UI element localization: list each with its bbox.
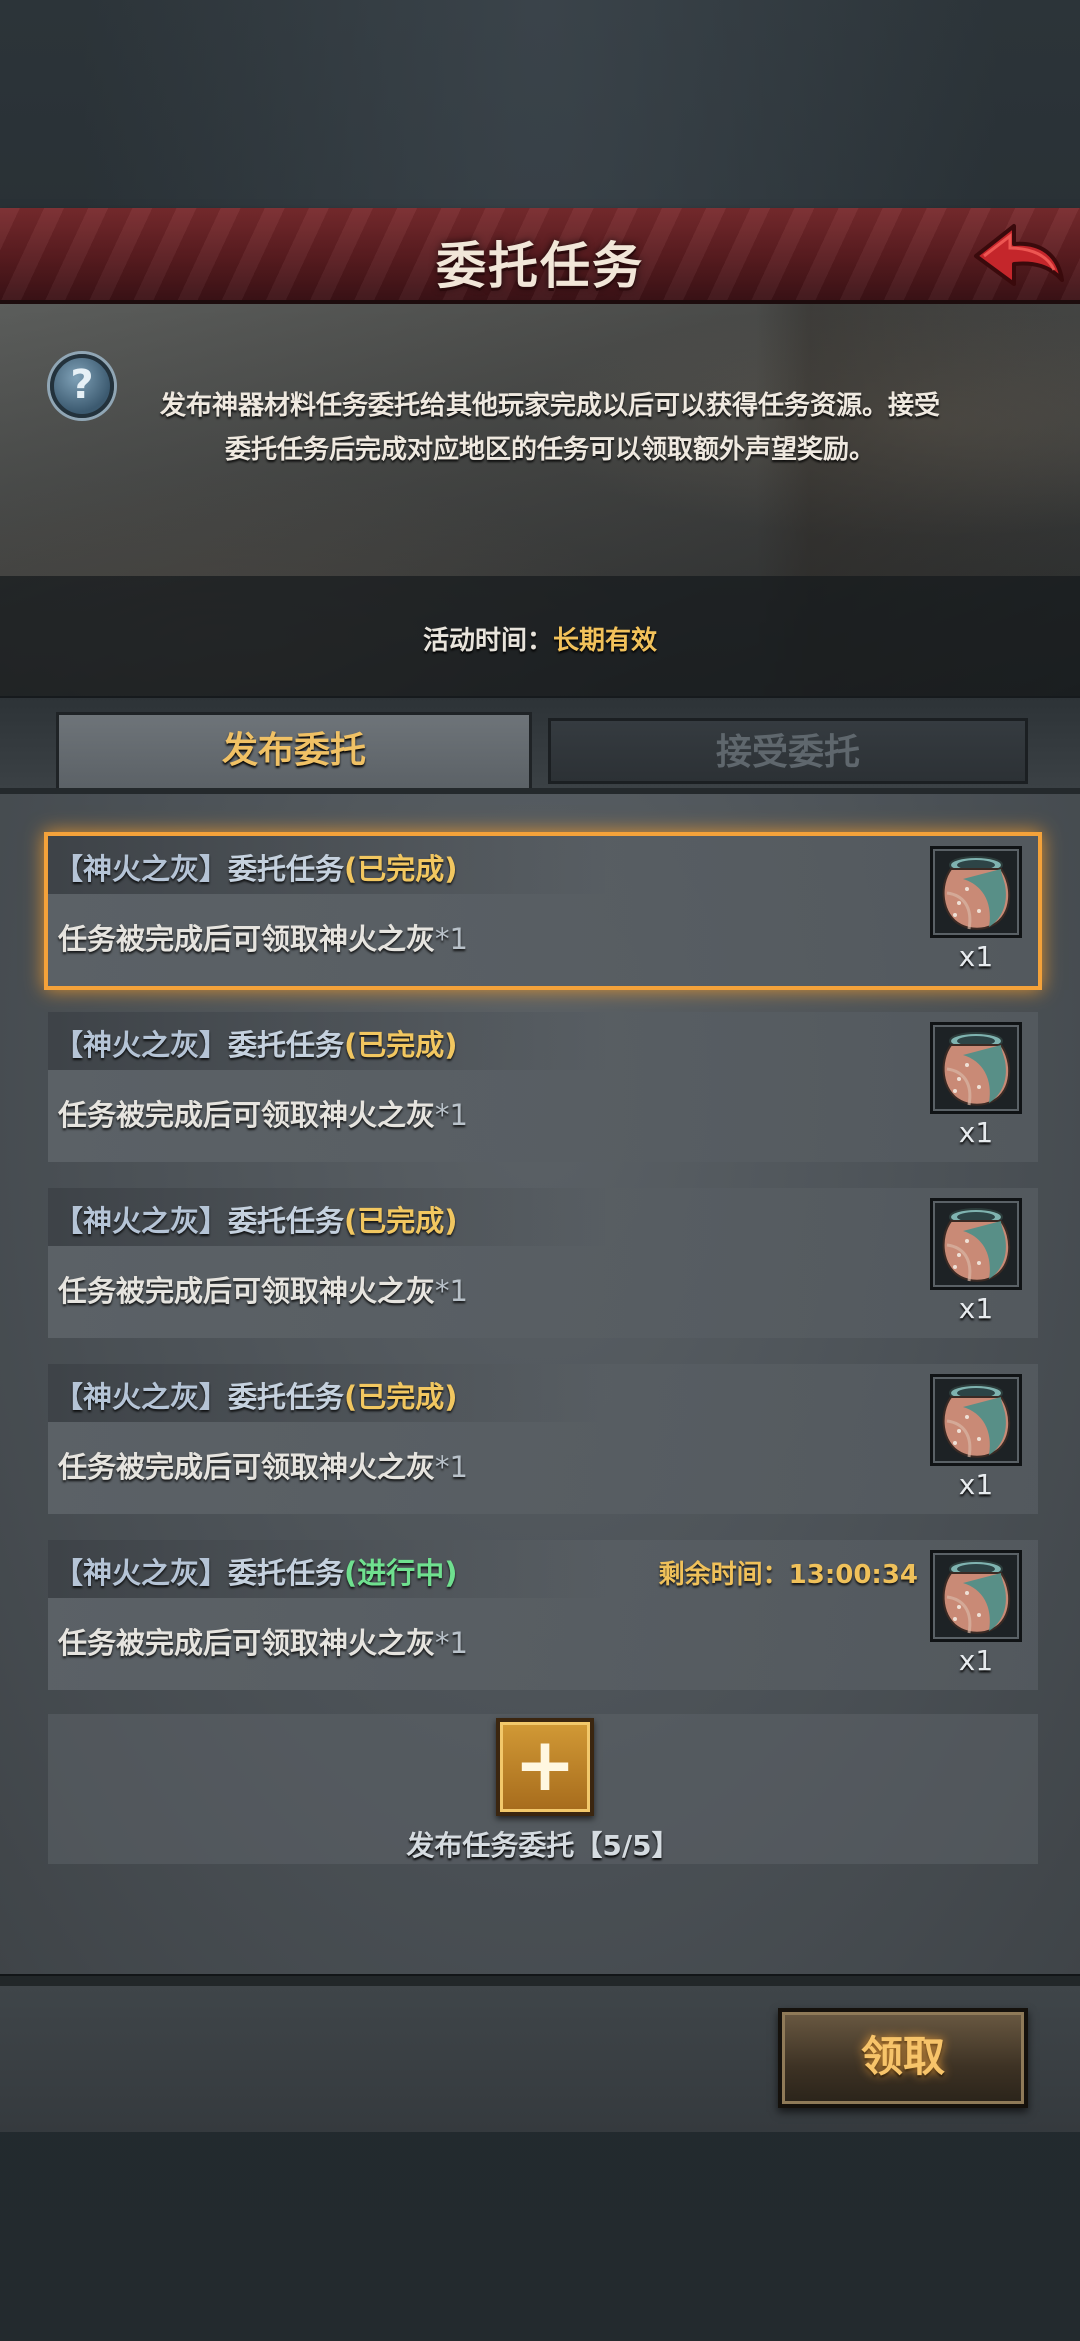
tab-accept[interactable]: 接受委托 xyxy=(548,718,1028,784)
clay-pot-icon xyxy=(942,1384,1011,1458)
task-item-name: 【神火之灰】 xyxy=(54,1204,229,1238)
task-type: 委托任务 xyxy=(228,852,345,886)
task-quantity: *1 xyxy=(435,1274,468,1308)
tab-publish[interactable]: 发布委托 xyxy=(56,712,532,790)
task-row[interactable]: 【神火之灰】委托任务(已完成) 任务被完成后可领取神火之灰*1 x1 xyxy=(48,836,1038,986)
task-item-name: 【神火之灰】 xyxy=(54,1028,229,1062)
task-description-text: 任务被完成后可领取神火之灰 xyxy=(58,1450,436,1484)
game-screen: 委托任务 ? 发布神器材料任务委托给其他玩家完成以后可以获得任务资源。接受 委托… xyxy=(0,0,1080,2341)
title-banner: 委托任务 xyxy=(0,208,1080,304)
description: 发布神器材料任务委托给其他玩家完成以后可以获得任务资源。接受 委托任务后完成对应… xyxy=(120,384,980,472)
reward-slot[interactable] xyxy=(930,1374,1022,1466)
clay-pot-icon xyxy=(942,1560,1011,1634)
activity-time-value: 长期有效 xyxy=(553,626,658,656)
add-task-area: + 发布任务委托【5/5】 xyxy=(48,1714,1038,1864)
reward-count: x1 xyxy=(958,940,994,973)
description-line-2: 委托任务后完成对应地区的任务可以领取额外声望奖励。 xyxy=(224,435,875,465)
task-row[interactable]: 【神火之灰】委托任务(进行中) 剩余时间：13:00:34 任务被完成后可领取神… xyxy=(48,1540,1038,1690)
task-row[interactable]: 【神火之灰】委托任务(已完成) 任务被完成后可领取神火之灰*1 x1 xyxy=(48,1364,1038,1514)
task-quantity: *1 xyxy=(435,1450,468,1484)
activity-time-label: 活动时间： xyxy=(422,626,553,656)
task-description: 任务被完成后可领取神火之灰*1 xyxy=(58,916,468,958)
task-type: 委托任务 xyxy=(228,1556,345,1590)
reward-count: x1 xyxy=(958,1644,994,1677)
task-type: 委托任务 xyxy=(228,1204,345,1238)
task-description: 任务被完成后可领取神火之灰*1 xyxy=(58,1092,468,1134)
task-description: 任务被完成后可领取神火之灰*1 xyxy=(58,1444,468,1486)
reward-slot[interactable] xyxy=(930,846,1022,938)
task-quantity: *1 xyxy=(435,1098,468,1132)
task-status: (已完成) xyxy=(344,852,458,886)
task-status: (进行中) xyxy=(344,1556,458,1590)
remaining-time: 剩余时间：13:00:34 xyxy=(658,1560,918,1590)
task-title: 【神火之灰】委托任务(已完成) xyxy=(54,1198,458,1240)
activity-time-bar: 活动时间：长期有效 xyxy=(0,576,1080,696)
claim-button[interactable]: 领取 xyxy=(778,2008,1028,2108)
question-mark-icon[interactable]: ? xyxy=(50,354,114,418)
task-item-name: 【神火之灰】 xyxy=(54,1556,229,1590)
task-status: (已完成) xyxy=(344,1380,458,1414)
clay-pot-icon xyxy=(942,1032,1011,1106)
add-task-label: 发布任务委托【5/5】 xyxy=(406,1829,680,1862)
task-type: 委托任务 xyxy=(228,1380,345,1414)
task-description-text: 任务被完成后可领取神火之灰 xyxy=(58,922,436,956)
reward-slot[interactable] xyxy=(930,1550,1022,1642)
reward-slot[interactable] xyxy=(930,1022,1022,1114)
task-title: 【神火之灰】委托任务(已完成) xyxy=(54,1022,458,1064)
task-title: 【神火之灰】委托任务(进行中) xyxy=(54,1550,458,1592)
description-line-1: 发布神器材料任务委托给其他玩家完成以后可以获得任务资源。接受 xyxy=(159,391,940,421)
task-status: (已完成) xyxy=(344,1028,458,1062)
task-title: 【神火之灰】委托任务(已完成) xyxy=(54,1374,458,1416)
info-panel: ? 发布神器材料任务委托给其他玩家完成以后可以获得任务资源。接受 委托任务后完成… xyxy=(0,304,1080,696)
task-status: (已完成) xyxy=(344,1204,458,1238)
plus-icon: + xyxy=(513,1722,576,1808)
task-quantity: *1 xyxy=(435,1626,468,1660)
reward-count: x1 xyxy=(958,1468,994,1501)
task-row[interactable]: 【神火之灰】委托任务(已完成) 任务被完成后可领取神火之灰*1 x1 xyxy=(48,1012,1038,1162)
add-task-button[interactable]: + xyxy=(496,1718,594,1816)
reward-count: x1 xyxy=(958,1292,994,1325)
back-button[interactable] xyxy=(970,218,1066,294)
clay-pot-icon xyxy=(942,1208,1011,1282)
task-panel: 发布委托 接受委托 【神火之灰】委托任务(已完成) 任务被完成后可领取神火之灰*… xyxy=(0,696,1080,1988)
reward-slot[interactable] xyxy=(930,1198,1022,1290)
tab-bar: 发布委托 接受委托 xyxy=(0,698,1080,790)
task-type: 委托任务 xyxy=(228,1028,345,1062)
footer-bar: 领取 xyxy=(0,1986,1080,2132)
task-description: 任务被完成后可领取神火之灰*1 xyxy=(58,1620,468,1662)
task-description: 任务被完成后可领取神火之灰*1 xyxy=(58,1268,468,1310)
tab-divider xyxy=(0,788,1080,794)
task-item-name: 【神火之灰】 xyxy=(54,1380,229,1414)
task-description-text: 任务被完成后可领取神火之灰 xyxy=(58,1626,436,1660)
task-item-name: 【神火之灰】 xyxy=(54,852,229,886)
page-title: 委托任务 xyxy=(436,237,644,295)
back-arrow-icon xyxy=(974,224,1064,286)
task-quantity: *1 xyxy=(435,922,468,956)
task-description-text: 任务被完成后可领取神火之灰 xyxy=(58,1274,436,1308)
reward-count: x1 xyxy=(958,1116,994,1149)
clay-pot-icon xyxy=(942,856,1011,930)
task-description-text: 任务被完成后可领取神火之灰 xyxy=(58,1098,436,1132)
task-title: 【神火之灰】委托任务(已完成) xyxy=(54,846,458,888)
task-row[interactable]: 【神火之灰】委托任务(已完成) 任务被完成后可领取神火之灰*1 x1 xyxy=(48,1188,1038,1338)
